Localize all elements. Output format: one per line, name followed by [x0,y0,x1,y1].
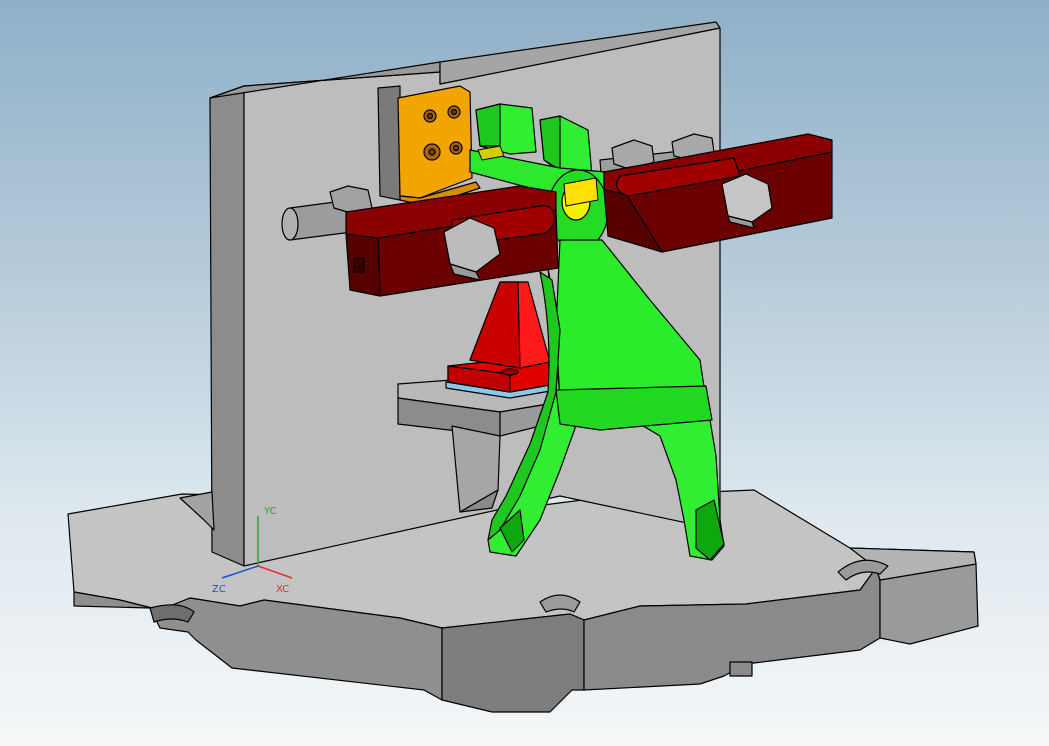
triad-zc-label: ZC [212,584,226,595]
triad-yc-label: YC [263,506,277,517]
locator-block-icon [377,85,481,207]
triad-xc-label: XC [276,584,289,595]
graphics-viewport[interactable]: YC XC ZC [0,0,1049,746]
fixture-assembly-model[interactable]: YC XC ZC [0,0,1049,746]
support-rib-icon [451,425,501,513]
